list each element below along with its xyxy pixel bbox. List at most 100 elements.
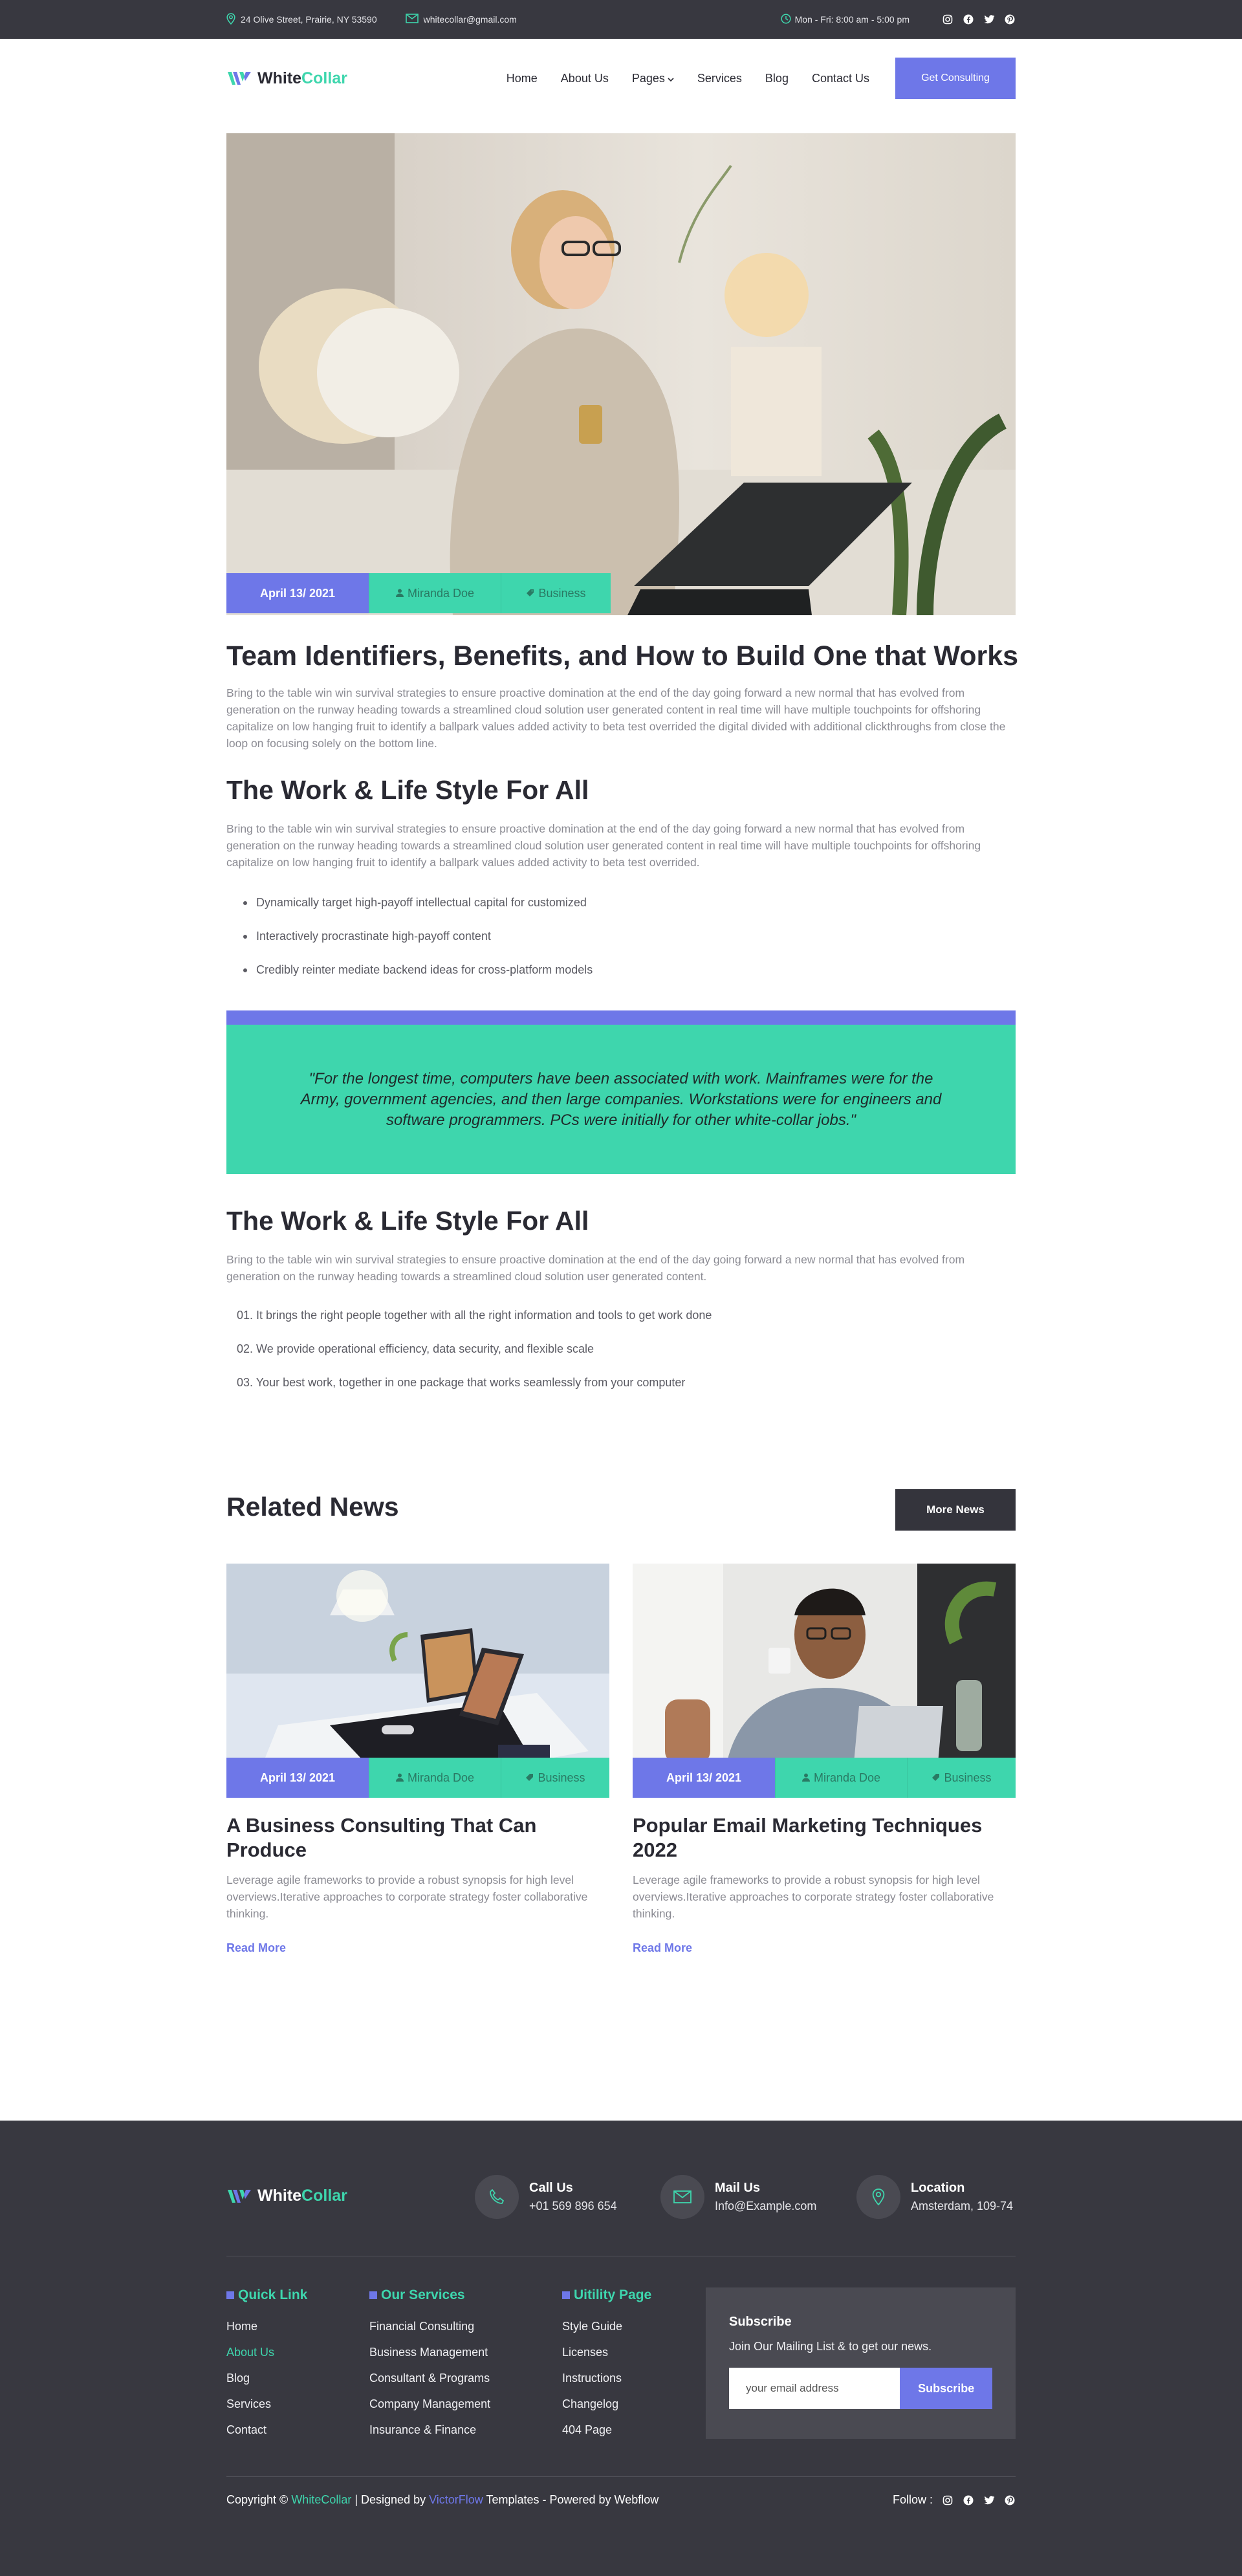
card-author[interactable]: Miranda Doe <box>775 1758 907 1798</box>
copyright-b: | Designed by <box>351 2493 430 2506</box>
brand-name-white: White <box>257 69 302 87</box>
tag-icon <box>526 587 534 600</box>
bullet-dot <box>243 935 247 939</box>
mail-icon <box>660 2175 704 2219</box>
nav-contact[interactable]: Contact Us <box>812 72 869 85</box>
card-category-name: Business <box>944 1771 992 1784</box>
footer-link-financial[interactable]: Financial Consulting <box>369 2320 490 2346</box>
card-meta: April 13/ 2021 Miranda Doe Business <box>226 1758 609 1798</box>
news-card[interactable]: April 13/ 2021 Miranda Doe Business A Bu… <box>226 1564 609 1955</box>
footer-link-home[interactable]: Home <box>226 2320 307 2346</box>
news-card[interactable]: April 13/ 2021 Miranda Doe Business Popu… <box>633 1564 1016 1955</box>
footer-link-business[interactable]: Business Management <box>369 2346 490 2372</box>
nav-home[interactable]: Home <box>507 72 538 85</box>
email-text[interactable]: whitecollar@gmail.com <box>424 14 517 25</box>
footer-location[interactable]: Location Amsterdam, 109-74 <box>856 2175 1013 2219</box>
facebook-icon[interactable] <box>963 14 974 25</box>
utility-column: Uitility Page Style Guide Licenses Instr… <box>562 2287 651 2449</box>
section-1-title: The Work & Life Style For All <box>226 775 589 805</box>
chevron-down-icon <box>668 72 674 85</box>
email-info[interactable]: whitecollar@gmail.com <box>405 14 517 25</box>
bullet-text-2: Interactively procrastinate high-payoff … <box>256 930 491 943</box>
subscribe-title: Subscribe <box>729 2315 792 2329</box>
brand-logo[interactable]: WhiteCollar <box>226 69 347 88</box>
facebook-icon[interactable] <box>963 2494 974 2506</box>
read-more-link[interactable]: Read More <box>633 1941 1016 1955</box>
subscribe-form: your email address Subscribe <box>729 2368 992 2409</box>
card-title[interactable]: Popular Email Marketing Techniques 2022 <box>633 1813 1016 1862</box>
address-text: 24 Olive Street, Prairie, NY 53590 <box>241 14 377 25</box>
mail-value: Info@Example.com <box>715 2199 817 2212</box>
pinterest-icon[interactable] <box>1004 14 1016 25</box>
follow-links: Follow : <box>893 2493 1016 2507</box>
get-consulting-button[interactable]: Get Consulting <box>895 58 1016 99</box>
footer-mail[interactable]: Mail Us Info@Example.com <box>660 2175 816 2219</box>
list-item: Interactively procrastinate high-payoff … <box>226 930 593 963</box>
top-bar: 24 Olive Street, Prairie, NY 53590 white… <box>0 0 1242 39</box>
instagram-icon[interactable] <box>942 2494 953 2506</box>
brand-name-collar: Collar <box>301 2187 347 2205</box>
footer-link-services[interactable]: Services <box>226 2397 307 2423</box>
subscribe-button[interactable]: Subscribe <box>900 2368 992 2409</box>
nav-about[interactable]: About Us <box>561 72 609 85</box>
read-more-link[interactable]: Read More <box>226 1941 609 1955</box>
email-input[interactable]: your email address <box>729 2368 900 2409</box>
quick-links-title: Quick Link <box>238 2287 308 2302</box>
subscribe-text: Join Our Mailing List & to get our news. <box>729 2340 932 2353</box>
twitter-icon[interactable] <box>983 14 995 25</box>
services-heading: Our Services <box>369 2287 490 2303</box>
twitter-icon[interactable] <box>983 2494 995 2506</box>
post-category-name: Business <box>538 586 586 600</box>
blockquote: "For the longest time, computers have be… <box>226 1010 1016 1174</box>
card-author[interactable]: Miranda Doe <box>369 1758 501 1798</box>
designer-link[interactable]: VictorFlow <box>429 2493 483 2506</box>
card-category[interactable]: Business <box>501 1758 609 1798</box>
footer-link-blog[interactable]: Blog <box>226 2372 307 2397</box>
footer-link-insurance[interactable]: Insurance & Finance <box>369 2423 490 2449</box>
instagram-icon[interactable] <box>942 14 953 25</box>
location-label: Location <box>911 2181 965 2195</box>
list-item: Credibly reinter mediate backend ideas f… <box>226 963 593 997</box>
copyright-brand-link[interactable]: WhiteCollar <box>291 2493 351 2506</box>
nav-services[interactable]: Services <box>697 72 742 85</box>
bullet-text-3: Credibly reinter mediate backend ideas f… <box>256 963 593 976</box>
related-news-title: Related News <box>226 1492 399 1522</box>
card-author-name: Miranda Doe <box>407 1771 475 1784</box>
utility-heading: Uitility Page <box>562 2287 651 2303</box>
site-header: WhiteCollar Home About Us Pages Services… <box>0 39 1242 118</box>
hours-info: Mon - Fri: 8:00 am - 5:00 pm <box>781 13 910 26</box>
footer-link-changelog[interactable]: Changelog <box>562 2397 651 2423</box>
more-news-button[interactable]: More News <box>895 1489 1016 1531</box>
call-value: +01 569 896 654 <box>529 2199 617 2212</box>
footer-link-contact[interactable]: Contact <box>226 2423 307 2449</box>
quick-links-heading: Quick Link <box>226 2287 307 2303</box>
quote-text: "For the longest time, computers have be… <box>300 1069 942 1129</box>
footer-link-company[interactable]: Company Management <box>369 2397 490 2423</box>
post-author[interactable]: Miranda Doe <box>369 573 501 613</box>
footer-link-about[interactable]: About Us <box>226 2346 307 2372</box>
nav-blog[interactable]: Blog <box>765 72 789 85</box>
footer-link-404[interactable]: 404 Page <box>562 2423 651 2449</box>
card-category-name: Business <box>538 1771 585 1784</box>
bullet-dot <box>243 968 247 972</box>
logo-mark-icon <box>228 2189 251 2203</box>
post-category[interactable]: Business <box>501 573 611 613</box>
nav-pages[interactable]: Pages <box>632 72 674 85</box>
pinterest-icon[interactable] <box>1004 2494 1016 2506</box>
card-excerpt: Leverage agile frameworks to provide a r… <box>226 1873 588 1920</box>
woman-with-laptop-photo <box>226 133 1016 615</box>
footer-call[interactable]: Call Us +01 569 896 654 <box>475 2175 617 2219</box>
footer-link-instructions[interactable]: Instructions <box>562 2372 651 2397</box>
post-intro: Bring to the table win win survival stra… <box>226 686 1006 750</box>
footer-link-licenses[interactable]: Licenses <box>562 2346 651 2372</box>
phone-icon <box>475 2175 519 2219</box>
clock-icon <box>781 13 791 26</box>
post-meta: April 13/ 2021 Miranda Doe Business <box>226 573 611 613</box>
square-bullet-icon <box>226 2291 234 2299</box>
card-category[interactable]: Business <box>907 1758 1016 1798</box>
footer-link-consultant[interactable]: Consultant & Programs <box>369 2372 490 2397</box>
footer-link-style-guide[interactable]: Style Guide <box>562 2320 651 2346</box>
footer-logo[interactable]: WhiteCollar <box>226 2187 347 2205</box>
card-title[interactable]: A Business Consulting That Can Produce <box>226 1813 609 1862</box>
logo-mark-icon <box>228 72 251 85</box>
